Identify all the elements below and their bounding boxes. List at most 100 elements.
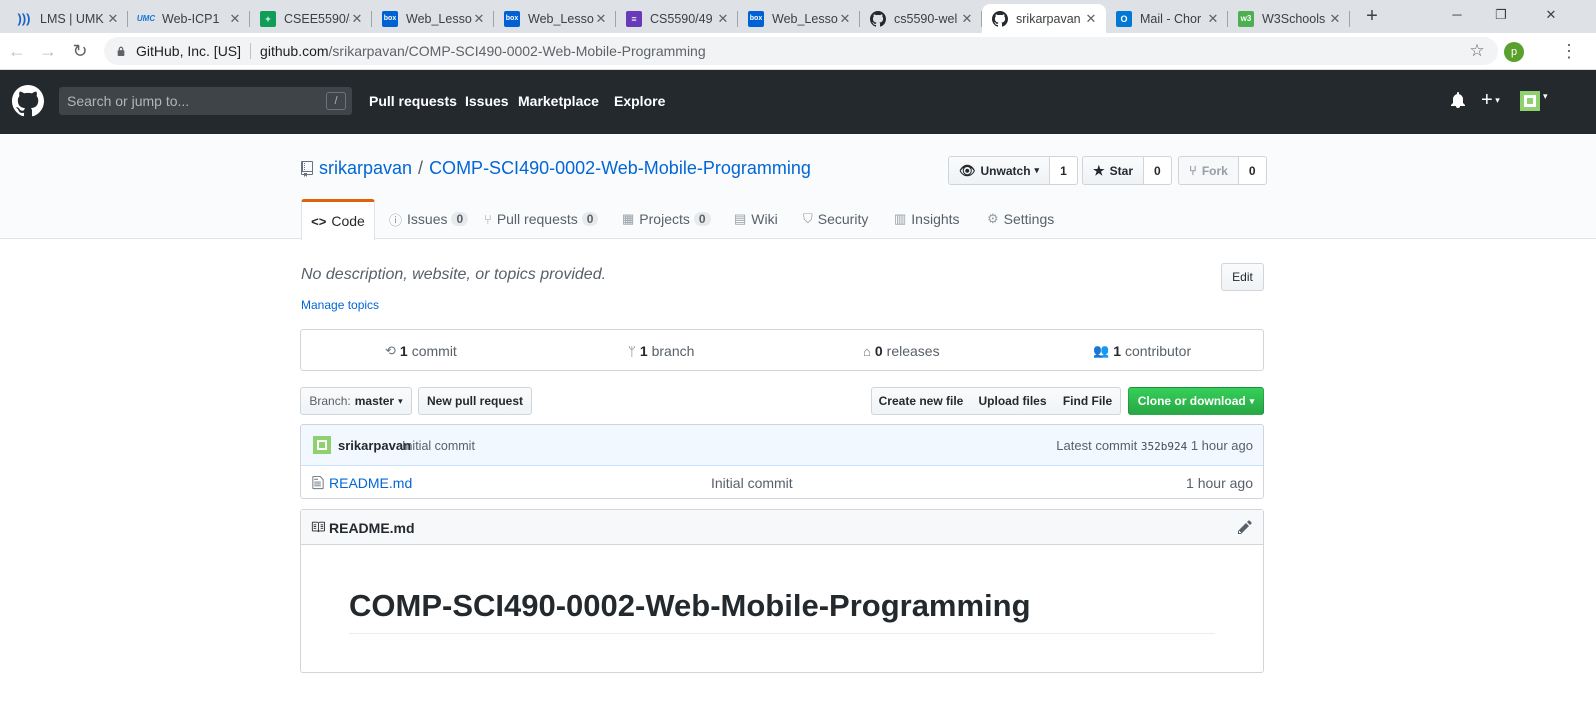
- close-tab-icon[interactable]: ✕: [472, 11, 486, 27]
- browser-tab[interactable]: w3 W3Schools ✕: [1228, 4, 1350, 33]
- commits-summary[interactable]: ⟲ 1 commit: [385, 330, 457, 372]
- commit-author-link[interactable]: srikarpavan: [338, 438, 411, 453]
- caret-down-icon: ▾: [398, 395, 403, 406]
- unwatch-button[interactable]: 👁 Unwatch ▾: [948, 156, 1051, 185]
- url-path: /srikarpavan/COMP-SCI490-0002-Web-Mobile…: [328, 43, 706, 59]
- shield-icon: ⛉: [803, 211, 813, 226]
- nav-issues[interactable]: Issues: [465, 93, 509, 109]
- browser-tab[interactable]: box Web_Lesso ✕: [372, 4, 494, 33]
- back-arrow-icon[interactable]: ←: [6, 40, 28, 62]
- contributors-summary[interactable]: 👥 1 contributor: [1093, 330, 1191, 372]
- tab-label: Code: [331, 213, 365, 229]
- browser-tab[interactable]: O Mail - Chor ✕: [1106, 4, 1228, 33]
- github-header: / Pull requests Issues Marketplace Explo…: [0, 70, 1596, 134]
- close-tab-icon[interactable]: ✕: [1084, 11, 1098, 27]
- people-icon: 👥: [1093, 343, 1110, 358]
- commit-sha-link[interactable]: 352b924: [1141, 440, 1187, 453]
- close-tab-icon[interactable]: ✕: [594, 11, 608, 27]
- pencil-icon[interactable]: [1237, 519, 1253, 535]
- branch-label: Branch:: [309, 394, 351, 408]
- branch-select-button[interactable]: Branch: master ▾: [300, 387, 412, 415]
- close-tab-icon[interactable]: ✕: [716, 11, 730, 27]
- new-pull-request-button[interactable]: New pull request: [418, 387, 532, 415]
- find-file-button[interactable]: Find File: [1055, 387, 1121, 415]
- fork-count[interactable]: 0: [1238, 156, 1267, 185]
- file-icon: [312, 475, 324, 490]
- close-tab-icon[interactable]: ✕: [1328, 11, 1342, 27]
- user-avatar[interactable]: ▾: [1520, 91, 1548, 116]
- github-favicon-icon: [992, 10, 1008, 27]
- minimize-window-icon[interactable]: ─: [1442, 4, 1472, 26]
- tab-pull-requests[interactable]: ⑂ Pull requests 0: [484, 199, 599, 239]
- repo-description: No description, website, or topics provi…: [301, 266, 607, 283]
- url-host: github.com: [260, 43, 329, 59]
- nav-pull-requests[interactable]: Pull requests: [369, 93, 457, 109]
- branch-value: master: [354, 394, 395, 408]
- manage-topics-link[interactable]: Manage topics: [301, 298, 379, 312]
- address-bar[interactable]: GitHub, Inc. [US] github.com/srikarpavan…: [104, 37, 1498, 65]
- watch-count[interactable]: 1: [1050, 156, 1078, 185]
- file-commit-message-link[interactable]: Initial commit: [711, 475, 793, 491]
- create-new-file-button[interactable]: Create new file: [871, 387, 971, 415]
- repo-path-separator: /: [418, 158, 424, 178]
- close-tab-icon[interactable]: ✕: [1206, 11, 1220, 27]
- repo-owner-link[interactable]: srikarpavan: [319, 158, 412, 179]
- edit-description-button[interactable]: Edit: [1221, 263, 1264, 291]
- tab-security[interactable]: ⛉ Security: [803, 199, 868, 239]
- clone-or-download-button[interactable]: Clone or download ▾: [1128, 387, 1264, 415]
- tab-title: Web-ICP1: [162, 11, 220, 26]
- browser-menu-icon[interactable]: ⋮: [1560, 40, 1578, 62]
- close-tab-icon[interactable]: ✕: [350, 11, 364, 27]
- tab-projects[interactable]: ▦ Projects 0: [622, 199, 711, 239]
- tab-wiki[interactable]: ▤ Wiki: [734, 199, 778, 239]
- close-tab-icon[interactable]: ✕: [106, 11, 120, 27]
- commits-label: commit: [411, 343, 457, 359]
- bookmark-star-icon[interactable]: ☆: [1466, 40, 1488, 62]
- browser-tab[interactable]: cs5590-wel ✕: [860, 4, 982, 33]
- tab-title: CS5590/49: [650, 11, 713, 26]
- close-tab-icon[interactable]: ✕: [228, 11, 242, 27]
- star-button[interactable]: ★ Star: [1082, 156, 1144, 185]
- projects-counter: 0: [693, 212, 711, 226]
- repo-name-link[interactable]: COMP-SCI490-0002-Web-Mobile-Programming: [429, 158, 811, 179]
- browser-tab[interactable]: box Web_Lesso ✕: [738, 4, 860, 33]
- tab-title: Web_Lesso: [406, 11, 472, 26]
- browser-tab[interactable]: UMC Web-ICP1 ✕: [128, 4, 250, 33]
- browser-tab[interactable]: ≡ CS5590/49 ✕: [616, 4, 738, 33]
- browser-tab[interactable]: + CSEE5590/4 ✕: [250, 4, 372, 33]
- browser-tab-active[interactable]: srikarpavan ✕: [982, 4, 1106, 33]
- tab-settings[interactable]: ⚙ Settings: [987, 199, 1054, 239]
- restore-window-icon[interactable]: ❐: [1486, 4, 1516, 26]
- releases-summary[interactable]: ⌂ 0 releases: [863, 330, 940, 372]
- close-tab-icon[interactable]: ✕: [960, 11, 974, 27]
- search-input[interactable]: [59, 87, 326, 115]
- latest-commit-info: Latest commit 352b924 1 hour ago: [1056, 438, 1253, 453]
- file-name-link[interactable]: README.md: [329, 475, 412, 491]
- reload-icon[interactable]: ↻: [69, 40, 91, 62]
- browser-tab-strip: ))) LMS | UMK ✕ UMC Web-ICP1 ✕ + CSEE559…: [0, 0, 1596, 33]
- tab-issues[interactable]: ⓘ Issues 0: [389, 199, 469, 239]
- browser-tab[interactable]: ))) LMS | UMK ✕: [6, 4, 128, 33]
- forward-arrow-icon[interactable]: →: [37, 40, 59, 62]
- github-logo-icon[interactable]: [12, 85, 44, 117]
- star-count[interactable]: 0: [1144, 156, 1172, 185]
- table-row: README.md Initial commit 1 hour ago: [301, 466, 1263, 498]
- nav-explore[interactable]: Explore: [614, 93, 665, 109]
- site-identity[interactable]: GitHub, Inc. [US]: [136, 43, 241, 59]
- browser-tab[interactable]: box Web_Lesso ✕: [494, 4, 616, 33]
- nav-marketplace[interactable]: Marketplace: [518, 93, 599, 109]
- close-window-icon[interactable]: ✕: [1536, 4, 1566, 26]
- profile-avatar[interactable]: p: [1504, 42, 1524, 62]
- commit-message-link[interactable]: Initial commit: [402, 439, 475, 453]
- tab-code[interactable]: <> Code: [301, 199, 375, 240]
- close-tab-icon[interactable]: ✕: [838, 11, 852, 27]
- tab-insights[interactable]: ▥ Insights: [894, 199, 960, 239]
- notifications-bell-icon[interactable]: [1450, 92, 1466, 113]
- avatar[interactable]: [313, 436, 331, 454]
- upload-files-button[interactable]: Upload files: [970, 387, 1056, 415]
- fork-button[interactable]: ⑂ Fork: [1178, 156, 1239, 185]
- create-new-plus-icon[interactable]: + ▾: [1481, 89, 1500, 112]
- new-tab-button[interactable]: +: [1360, 5, 1384, 29]
- branches-summary[interactable]: ᛘ 1 branch: [628, 330, 694, 372]
- branches-count: 1: [639, 343, 648, 359]
